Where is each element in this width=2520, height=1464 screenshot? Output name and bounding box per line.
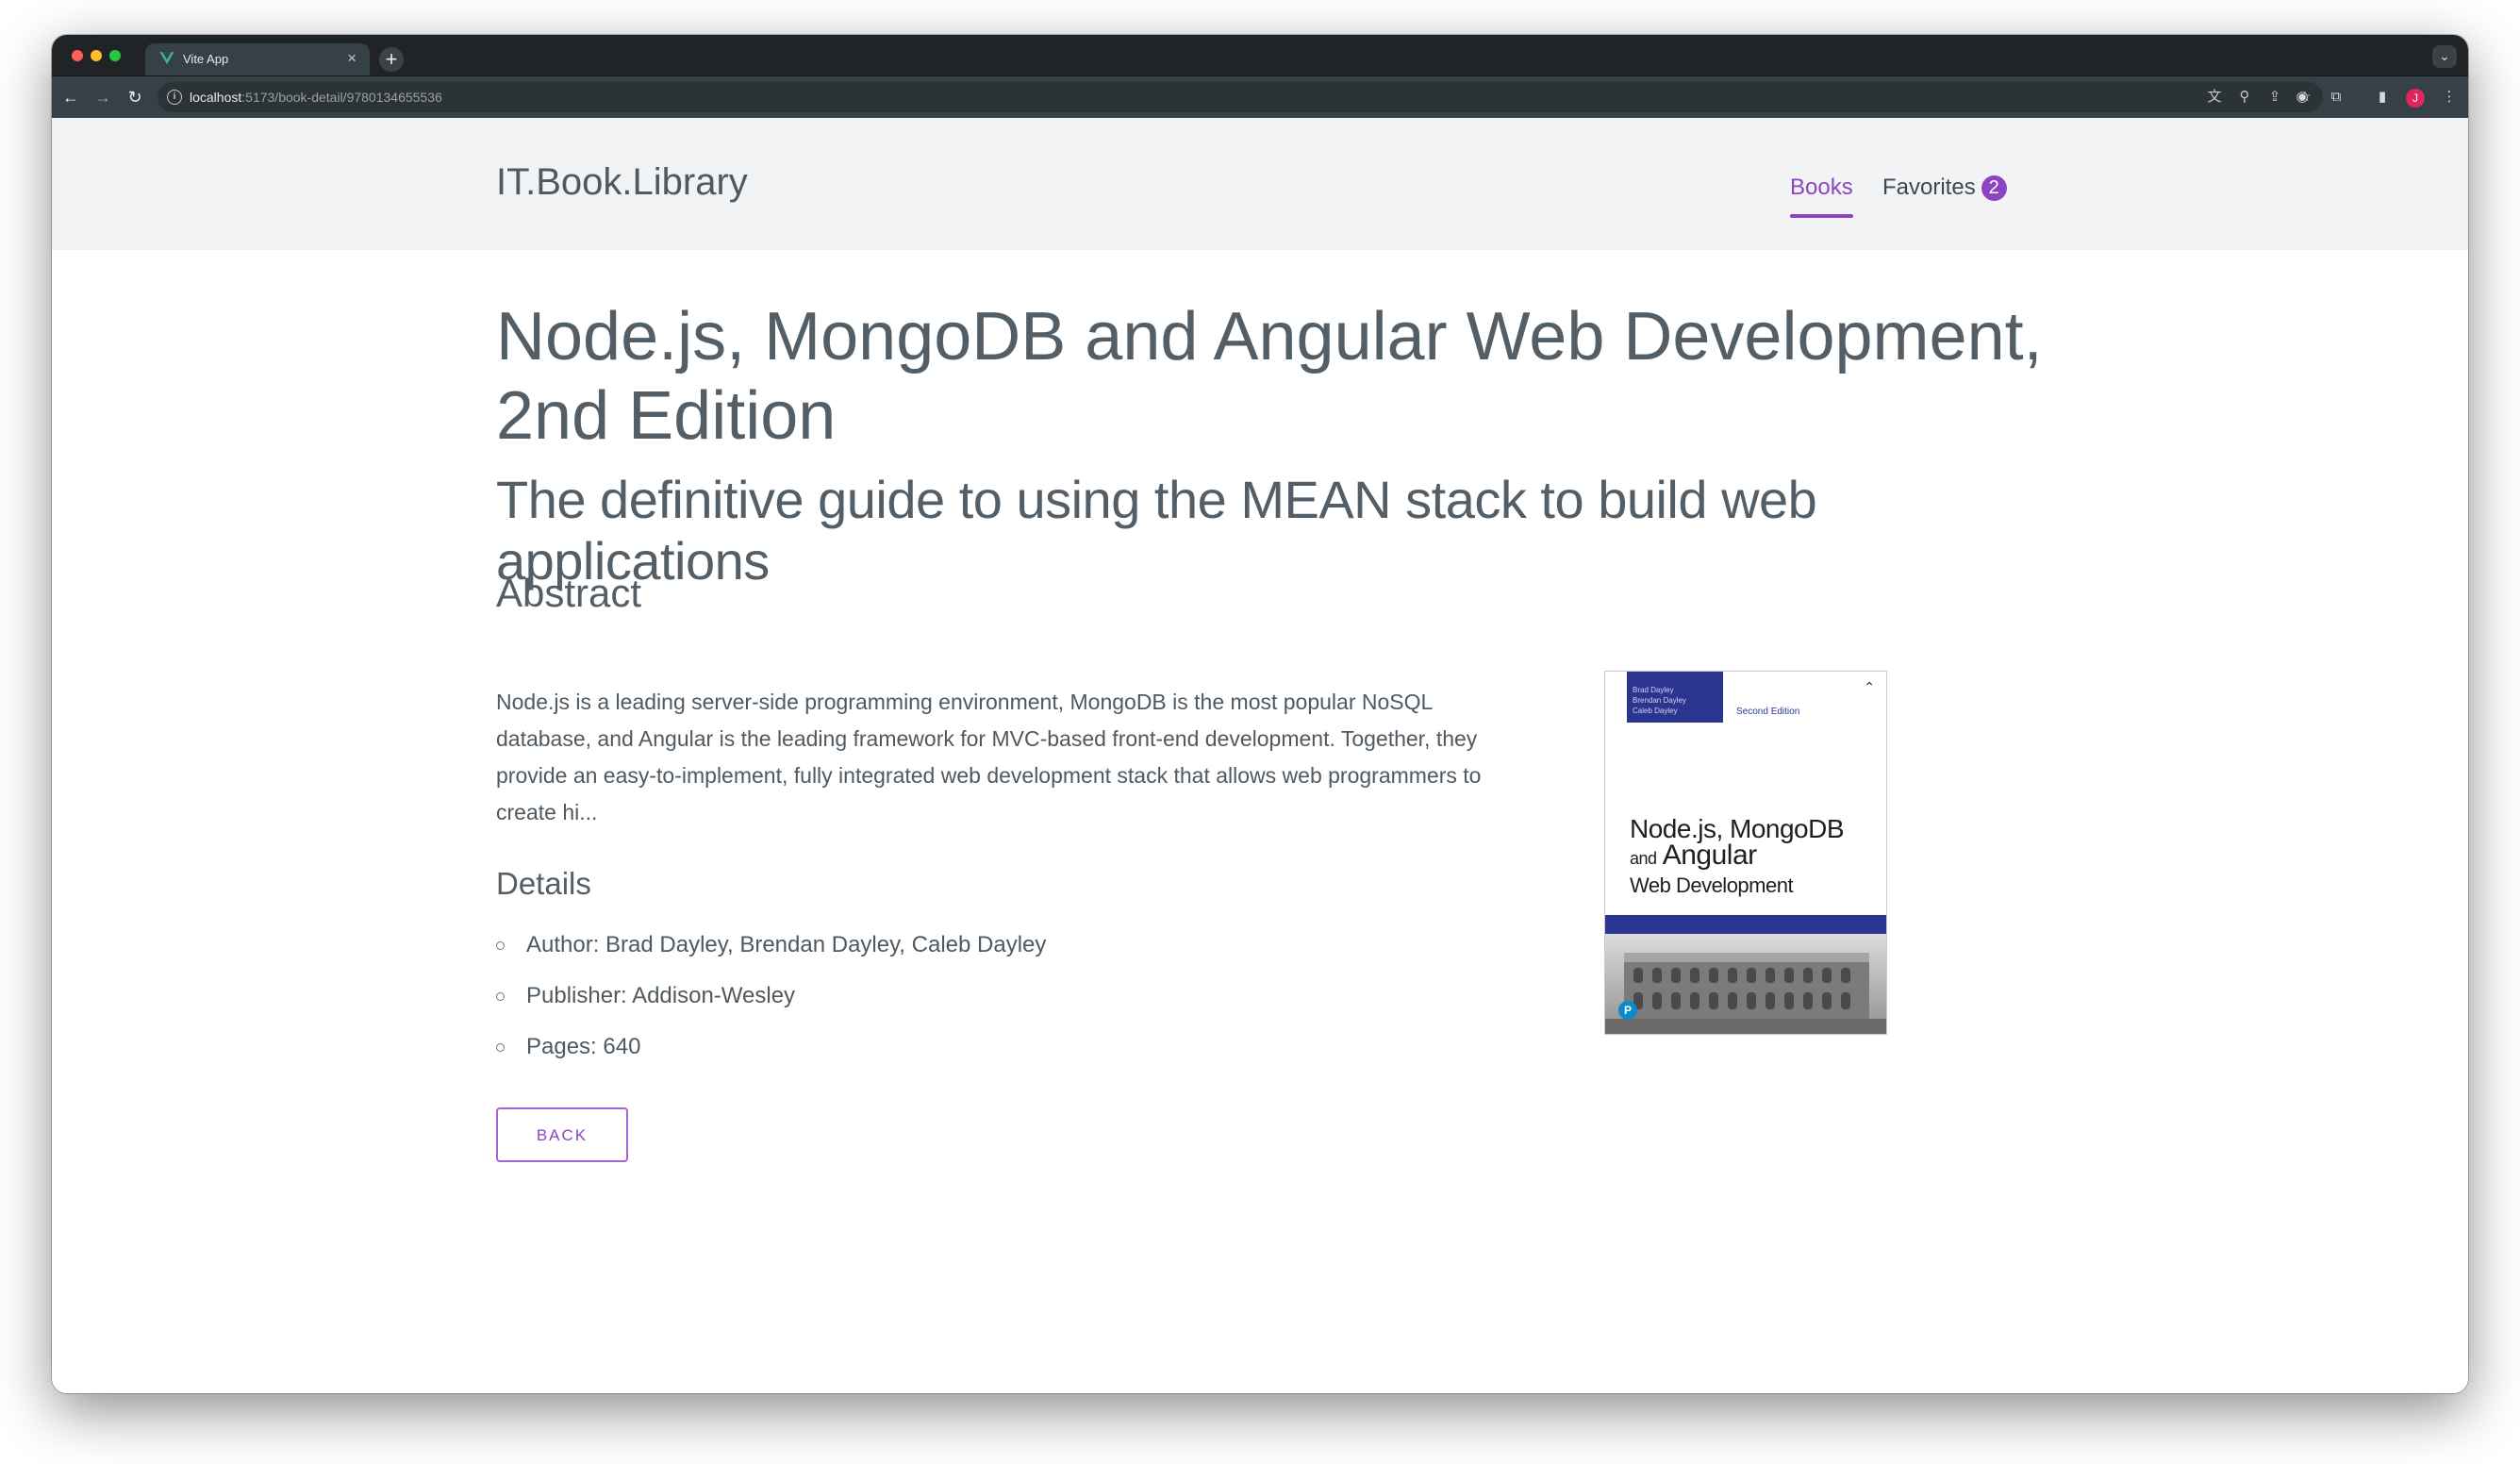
zoom-icon[interactable]: ⚲ (2234, 87, 2255, 108)
tab-title: Vite App (183, 52, 229, 66)
cover-author: Caleb Dayley (1633, 707, 1678, 715)
vue-logo-icon (159, 52, 174, 64)
bullet-icon (496, 992, 505, 1001)
extension-icon[interactable]: ◉ (2291, 86, 2313, 108)
cover-title-and: and (1630, 849, 1657, 868)
cover-colosseum-photo (1605, 934, 1886, 1034)
detail-author: Author: Brad Dayley, Brendan Dayley, Cal… (496, 931, 1046, 982)
minimize-window-button[interactable] (91, 50, 102, 61)
site-info-icon[interactable]: i (167, 90, 182, 105)
cover-author: Brendan Dayley (1633, 696, 1686, 705)
detail-publisher-text: Publisher: Addison-Wesley (526, 983, 796, 1008)
tab-close-icon[interactable]: × (347, 49, 356, 68)
page-content: IT.Book.Library Books Favorites 2 Node.js… (52, 118, 2468, 1393)
profile-avatar[interactable]: J (2406, 89, 2425, 108)
back-button[interactable]: BACK (496, 1107, 628, 1162)
translate-icon[interactable]: 文 (2204, 87, 2225, 108)
url-host: localhost (190, 90, 242, 105)
cover-title: Node.js, MongoDB and Angular Web Develop… (1630, 814, 1845, 900)
nav-link-favorites[interactable]: Favorites 2 (1882, 175, 2007, 201)
cover-band (1605, 915, 1886, 934)
more-menu-icon[interactable]: ⋮ (2438, 86, 2461, 108)
nav-link-books[interactable]: Books (1790, 175, 1853, 218)
abstract-text: Node.js is a leading server-side program… (496, 690, 1482, 824)
site-header: IT.Book.Library Books Favorites 2 (52, 118, 2468, 250)
book-cover-image: Brad Dayley Brendan Dayley Caleb Dayley … (1604, 671, 1887, 1035)
cover-chevron-icon: ⌃ (1864, 679, 1875, 694)
detail-pages-text: Pages: 640 (526, 1034, 641, 1059)
tab-search-icon[interactable]: ⌄ (2432, 45, 2457, 68)
publisher-logo-icon: P (1618, 1001, 1637, 1020)
share-icon[interactable]: ⇪ (2264, 87, 2285, 108)
close-window-button[interactable] (72, 50, 83, 61)
nav-link-books-label: Books (1790, 175, 1853, 200)
address-bar[interactable]: i localhost:5173/book-detail/97801346555… (158, 82, 2323, 112)
reload-icon[interactable]: ↻ (124, 86, 146, 108)
cover-edition: Second Edition (1736, 707, 1800, 717)
cover-title-line1: Node.js, MongoDB (1630, 814, 1845, 843)
bullet-icon (496, 1043, 505, 1052)
nav-link-favorites-label: Favorites (1882, 175, 1976, 200)
favorites-count-badge: 2 (1981, 175, 2007, 201)
details-heading: Details (496, 866, 591, 901)
detail-author-text: Author: Brad Dayley, Brendan Dayley, Cal… (526, 932, 1047, 957)
back-arrow-icon[interactable]: ← (59, 86, 82, 108)
book-title: Node.js, MongoDB and Angular Web Develop… (496, 299, 2043, 454)
forward-arrow-icon[interactable]: → (91, 86, 114, 108)
url-text[interactable]: localhost:5173/book-detail/9780134655536 (190, 90, 442, 105)
url-path: :5173/book-detail/9780134655536 (241, 90, 442, 105)
active-nav-indicator (1790, 214, 1853, 218)
browser-window: Vite App × + ⌄ ← → ↻ i localhost:5173/bo… (52, 35, 2468, 1393)
cover-title-angular: Angular (1662, 840, 1757, 871)
maximize-window-button[interactable] (109, 50, 121, 61)
bullet-icon (496, 941, 505, 950)
cover-authors: Brad Dayley Brendan Dayley Caleb Dayley (1627, 672, 1723, 723)
cover-title-line3: Web Development (1630, 873, 1794, 897)
cover-author: Brad Dayley (1633, 686, 1674, 694)
colosseum-illustration (1605, 953, 1886, 1034)
new-tab-button[interactable]: + (379, 47, 404, 72)
side-panel-icon[interactable]: ▮ (2371, 86, 2394, 108)
tab-strip: Vite App × + ⌄ (52, 35, 2468, 76)
abstract-heading: Abstract (496, 571, 642, 615)
details-list: Author: Brad Dayley, Brendan Dayley, Cal… (496, 931, 1046, 1084)
browser-toolbar: ← → ↻ i localhost:5173/book-detail/97801… (52, 76, 2468, 118)
detail-pages: Pages: 640 (496, 1033, 1046, 1084)
cover-title-line2: and Angular (1630, 840, 1844, 872)
book-subtitle: The definitive guide to using the MEAN s… (496, 470, 1817, 591)
site-brand[interactable]: IT.Book.Library (496, 161, 748, 204)
detail-publisher: Publisher: Addison-Wesley (496, 982, 1046, 1033)
browser-tab[interactable]: Vite App × (145, 43, 370, 75)
extensions-puzzle-icon[interactable]: ⧉ (2325, 86, 2347, 108)
